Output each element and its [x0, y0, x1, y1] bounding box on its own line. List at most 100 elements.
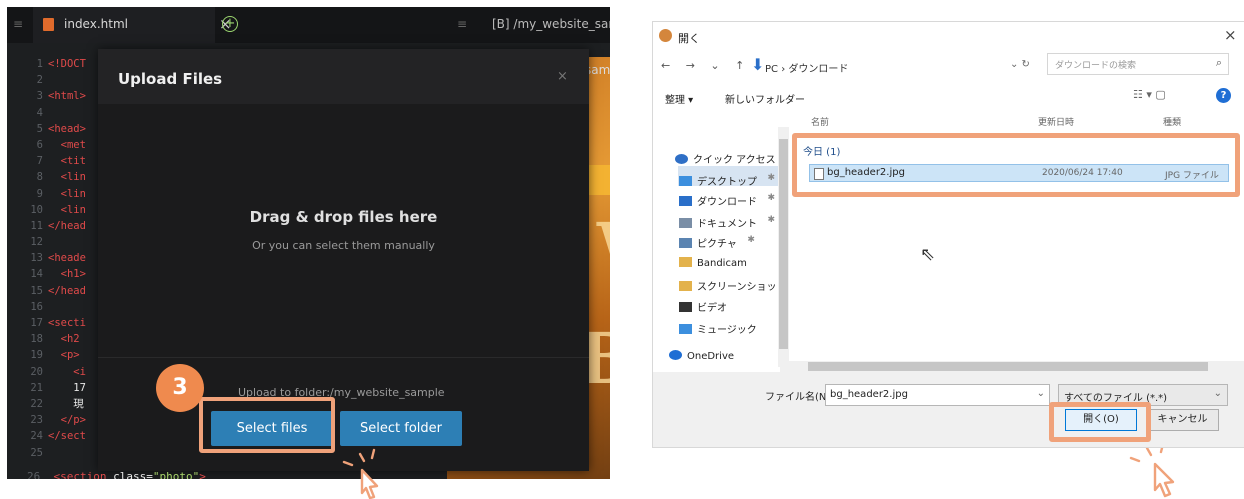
code-line: <lin	[48, 171, 86, 184]
download-arrow-icon: ⬇	[751, 55, 765, 74]
filename-label: ファイル名(N):	[765, 392, 834, 403]
line-number: 10	[30, 203, 43, 216]
search-icon: ⌕	[1215, 56, 1222, 69]
sidebar-item-label: ピクチャ	[697, 239, 737, 250]
pin-icon[interactable]: ✱	[767, 173, 775, 183]
sidebar-item-label: ミュージック	[697, 325, 757, 336]
select-folder-button[interactable]: Select folder	[340, 411, 462, 446]
sidebar-item[interactable]: スクリーンショット	[679, 278, 787, 293]
sidebar-item-label: Bandicam	[697, 258, 747, 269]
code-line: <lin	[48, 203, 86, 216]
scrollbar-thumb[interactable]	[779, 139, 788, 349]
cancel-button[interactable]: キャンセル	[1146, 409, 1219, 431]
modal-title: Upload Files	[118, 70, 223, 88]
video-icon	[679, 302, 692, 312]
close-icon[interactable]: ×	[557, 69, 568, 84]
highlight-select-files	[199, 397, 335, 453]
dialog-title: 開く	[678, 32, 700, 45]
code-line: <i	[48, 365, 86, 378]
view-options[interactable]: ☷ ▾ ▢	[1133, 88, 1166, 101]
tab-index-html[interactable]: index.html ×	[33, 7, 232, 43]
sidebar-item[interactable]: クイック アクセス	[675, 151, 776, 166]
code-line: 17	[48, 381, 86, 394]
line-number: 8	[36, 171, 43, 184]
code-line: <head>	[48, 122, 86, 135]
sidebar-item[interactable]: デスクトップ ✱	[679, 173, 775, 188]
chevron-down-icon: ⌄	[1213, 388, 1222, 399]
html5-icon	[43, 18, 54, 31]
navigation-buttons[interactable]: ← → ⌄ ↑	[661, 59, 750, 72]
sidebar-item-label: クイック アクセス	[693, 155, 776, 166]
filename-input[interactable]: bg_header2.jpg ⌄	[825, 384, 1050, 406]
code-line: <lin	[48, 187, 86, 200]
line-number: 16	[30, 300, 43, 313]
drop-zone-title[interactable]: Drag & drop files here	[98, 208, 589, 226]
cloud-icon	[669, 350, 682, 360]
desktop-icon	[679, 176, 692, 186]
star-icon	[675, 154, 688, 164]
sidebar-scrollbar[interactable]	[778, 127, 789, 367]
scrollbar-thumb[interactable]	[808, 362, 1208, 371]
new-tab-icon[interactable]: +	[222, 16, 238, 32]
code-line: <h1>	[48, 268, 86, 281]
line-number: 12	[30, 236, 43, 249]
pin-icon[interactable]: ✱	[747, 235, 755, 245]
code-line-26: 26 <section class="photo">	[27, 470, 206, 479]
tab-preview[interactable]: [B] /my_website_sam	[492, 17, 610, 31]
click-hand-icon	[342, 448, 379, 499]
sidebar-item[interactable]: Bandicam	[679, 257, 747, 269]
column-type[interactable]: 種類	[1163, 115, 1181, 128]
sidebar-item[interactable]: ピクチャ ✱	[679, 235, 755, 250]
sidebar-item[interactable]: ダウンロード ✱	[679, 193, 775, 208]
open-file-dialog: 開く × ← → ⌄ ↑ ⬇ PC › ダウンロード ⌄ ↻ ダウンロードの検索…	[652, 21, 1244, 448]
chevron-down-icon[interactable]: ⌄	[1037, 388, 1045, 399]
sidebar-item[interactable]: OneDrive	[669, 350, 734, 362]
code-line: </p>	[48, 414, 86, 427]
mouse-pointer-icon: ⇖	[920, 244, 936, 265]
music-icon	[679, 324, 692, 334]
sidebar-item[interactable]: ドキュメント ✱	[679, 215, 775, 230]
column-name[interactable]: 名前	[811, 115, 829, 128]
search-input[interactable]: ダウンロードの検索 ⌕	[1047, 53, 1229, 75]
menu-icon[interactable]: ≡	[13, 17, 23, 31]
editor-tab-bar: ≡ index.html × + ≡ [B] /my_website_sam	[7, 7, 610, 43]
tab-label: index.html	[64, 17, 128, 31]
line-number: 11	[30, 219, 43, 232]
code-area[interactable]: <!DOCT <html> <head> <met <tit <lin <lin <…	[48, 56, 93, 461]
pin-icon[interactable]: ✱	[767, 193, 775, 203]
line-number: 22	[30, 397, 43, 410]
sidebar-item[interactable]: ミュージック	[679, 321, 757, 336]
line-number: 18	[30, 333, 43, 346]
address-controls[interactable]: ⌄ ↻	[1010, 59, 1030, 70]
line-number: 19	[30, 349, 43, 362]
close-icon[interactable]: ×	[1224, 26, 1237, 44]
sidebar-item-label: OneDrive	[687, 351, 735, 362]
code-line: 現	[48, 397, 84, 410]
line-number: 24	[30, 430, 43, 443]
code-line: <html>	[48, 90, 86, 103]
click-hand-icon	[1129, 442, 1175, 498]
line-number: 9	[36, 187, 43, 200]
search-placeholder: ダウンロードの検索	[1055, 61, 1137, 71]
code-line: <secti	[48, 317, 86, 329]
sidebar-item[interactable]: ビデオ	[679, 299, 727, 314]
address-bar[interactable]: PC › ダウンロード	[765, 60, 848, 75]
divider	[98, 357, 589, 358]
new-folder-button[interactable]: 新しいフォルダー	[725, 91, 805, 106]
horizontal-scrollbar[interactable]	[780, 361, 1244, 372]
line-number: 20	[30, 365, 43, 378]
download-icon	[679, 196, 692, 206]
line-number: 1	[36, 58, 43, 70]
modal-header: Upload Files ×	[98, 49, 589, 104]
code-line: <heade	[48, 252, 86, 265]
sidebar-item-label: ダウンロード	[697, 197, 757, 208]
column-date[interactable]: 更新日時	[1038, 115, 1074, 128]
menu-icon[interactable]: ≡	[457, 17, 467, 31]
pin-icon[interactable]: ✱	[767, 215, 775, 225]
help-icon[interactable]: ?	[1216, 88, 1231, 103]
organize-button[interactable]: 整理 ▾	[665, 91, 693, 106]
